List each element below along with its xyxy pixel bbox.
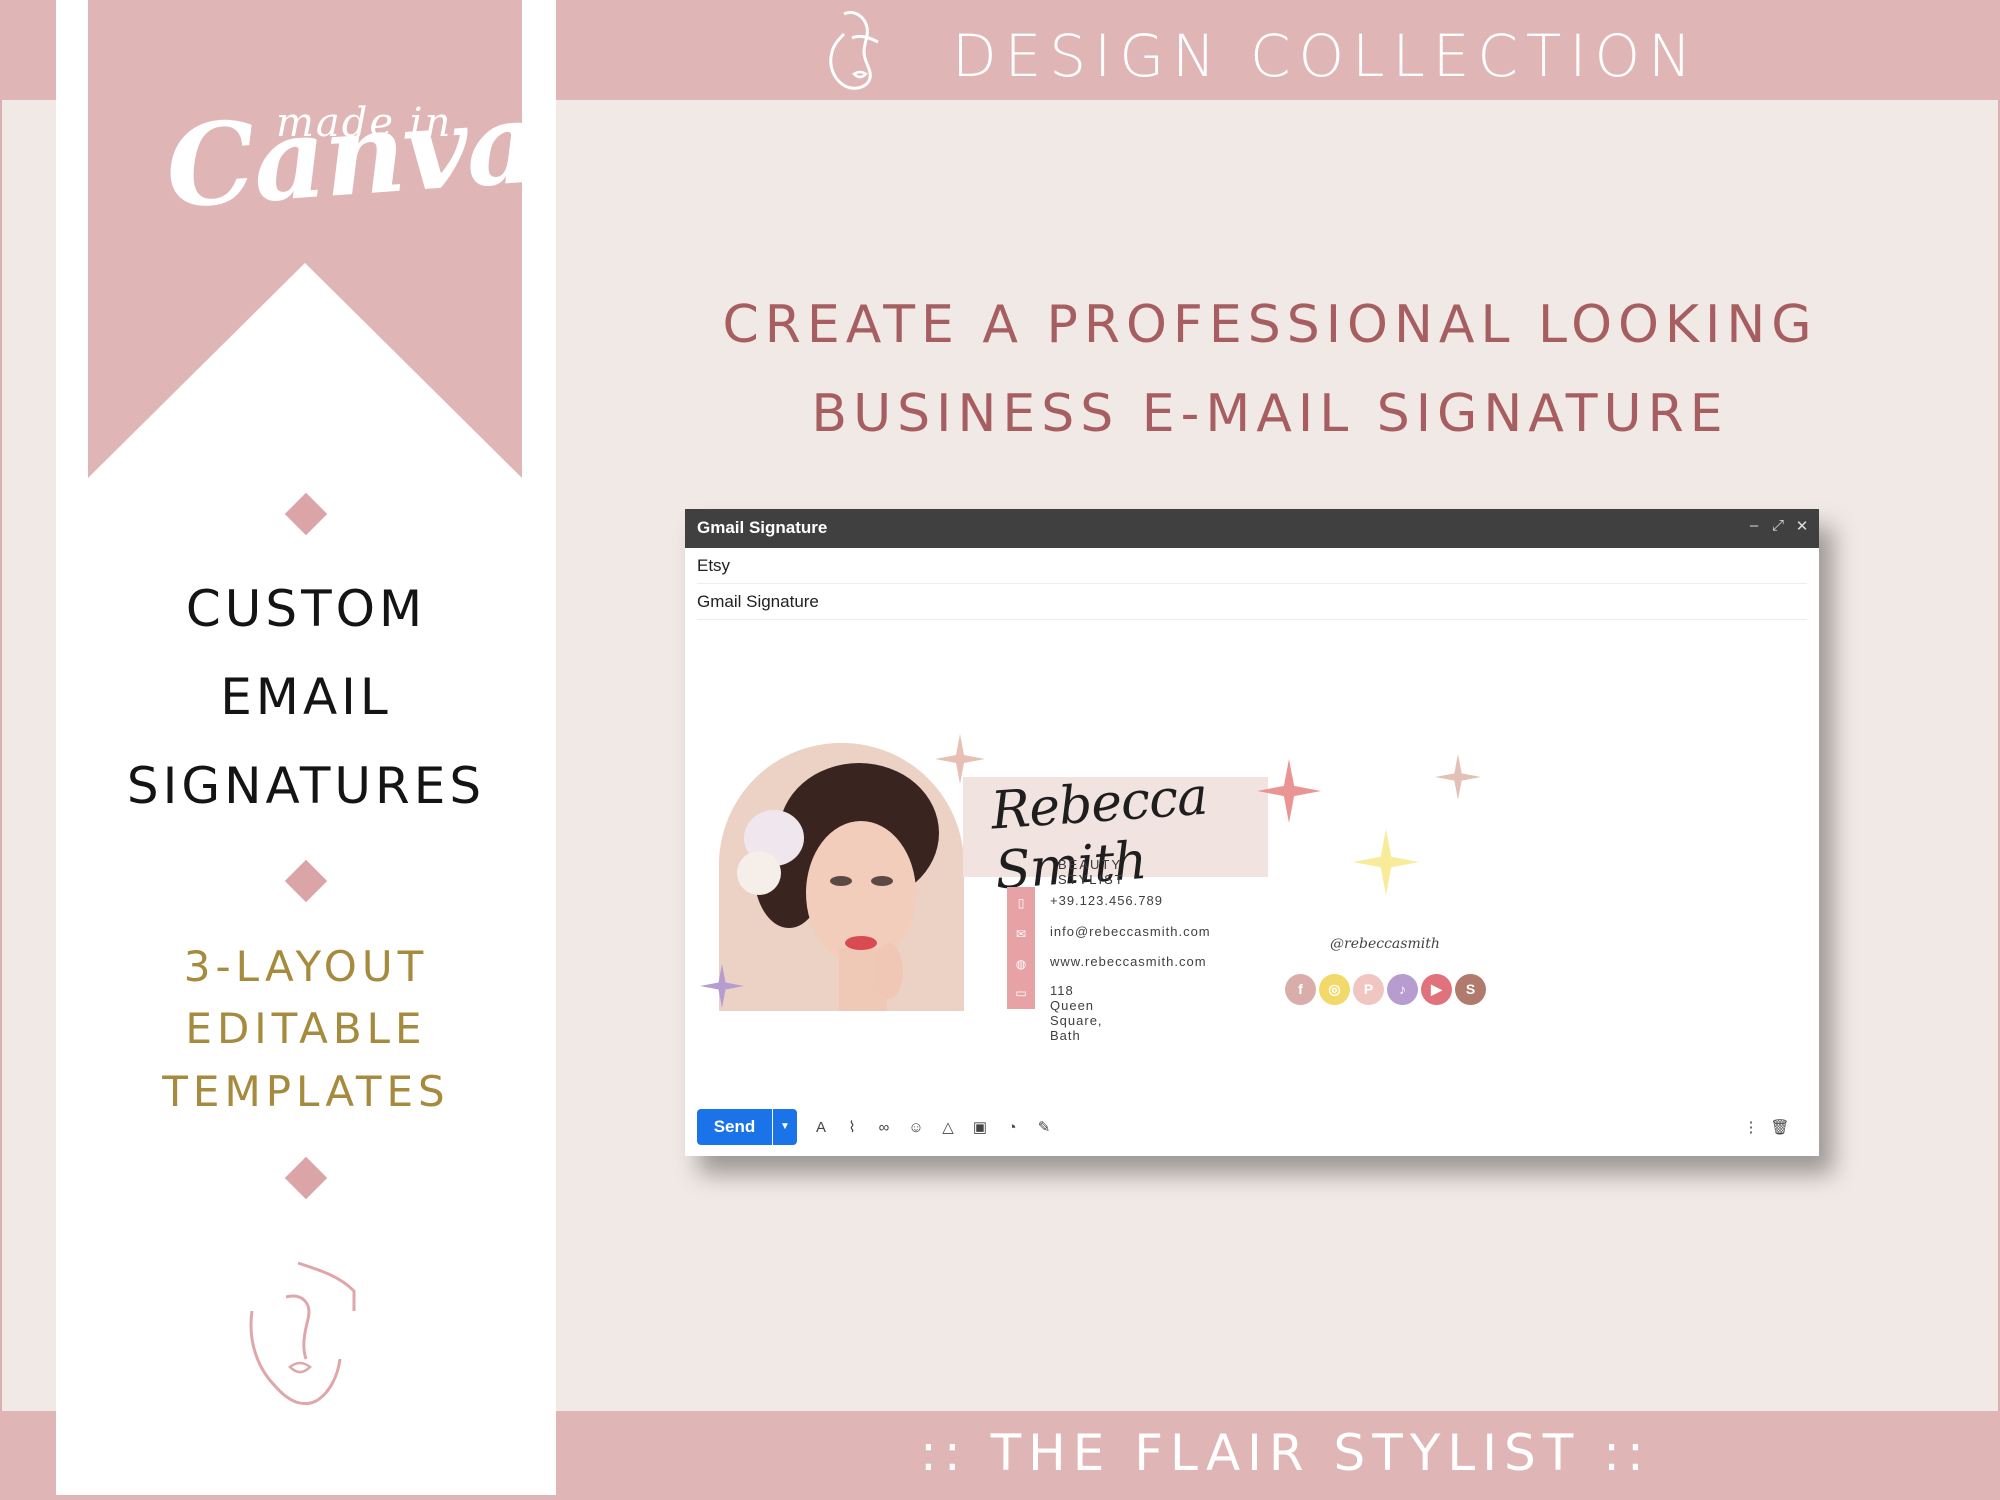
drive-icon[interactable]: △ — [937, 1117, 959, 1139]
close-icon[interactable]: ✕ — [1795, 517, 1809, 535]
window-controls: – ⤢ ✕ — [1747, 517, 1809, 535]
social-handle: @rebeccasmith — [1330, 936, 1440, 952]
pinterest-icon[interactable]: P — [1353, 974, 1384, 1005]
left-panel: made in Canva CUSTOM EMAIL SIGNATURES 3-… — [56, 0, 556, 1495]
mail-icon: ✉ — [1015, 927, 1027, 941]
send-options-icon[interactable]: ▼ — [773, 1109, 797, 1145]
sparkle-icon — [1435, 754, 1481, 800]
instagram-icon[interactable]: ◎ — [1319, 974, 1350, 1005]
send-button[interactable]: Send — [697, 1109, 772, 1145]
contact-website[interactable]: www.rebeccasmith.com — [1050, 954, 1207, 969]
facebook-icon[interactable]: f — [1285, 974, 1316, 1005]
confidential-icon[interactable]: ◔ — [1001, 1117, 1023, 1139]
pop-out-icon[interactable]: ⤢ — [1771, 517, 1785, 535]
canva-logo: Canva — [161, 77, 541, 234]
subtitle-line-2: EDITABLE — [185, 1004, 427, 1053]
gmail-compose-window: Gmail Signature – ⤢ ✕ Etsy Gmail Signatu… — [685, 509, 1819, 1156]
more-options-icon[interactable]: ⋮ — [1740, 1117, 1762, 1139]
title-line-1: CUSTOM — [185, 580, 427, 638]
diamond-divider — [284, 492, 328, 536]
contact-address: 118 Queen Square, Bath — [1050, 983, 1103, 1043]
tiktok-icon[interactable]: ♪ — [1387, 974, 1418, 1005]
subtitle-line-3: TEMPLATES — [162, 1067, 450, 1116]
signature-role: BEAUTY STYLIST — [1058, 857, 1125, 887]
globe-icon: ◍ — [1015, 957, 1027, 971]
text-format-icon[interactable]: A — [810, 1117, 832, 1139]
recipients-field[interactable]: Etsy — [697, 548, 1807, 584]
sparkle-icon — [700, 964, 744, 1008]
face-outline-icon — [249, 1261, 356, 1406]
sparkle-icon — [1257, 759, 1321, 823]
diamond-divider — [284, 1156, 328, 1200]
compose-toolbar: Send ▼ A ⌇ ∞ ☺ △ ▣ ◔ ✎ ⋮ 🗑 — [697, 1109, 1807, 1145]
social-icons: f ◎ P ♪ ▶ S — [1285, 974, 1486, 1005]
youtube-icon[interactable]: ▶ — [1421, 974, 1452, 1005]
subject-field[interactable]: Gmail Signature — [697, 584, 1807, 620]
link-icon[interactable]: ∞ — [873, 1117, 895, 1139]
photo-icon[interactable]: ▣ — [969, 1117, 991, 1139]
subtitle-line-1: 3-LAYOUT — [183, 942, 429, 991]
compose-title: Gmail Signature — [697, 518, 828, 537]
delete-icon[interactable]: 🗑 — [1769, 1117, 1791, 1139]
location-icon: ▭ — [1015, 986, 1027, 1000]
signature-icon[interactable]: ✎ — [1033, 1117, 1055, 1139]
contact-email[interactable]: info@rebeccasmith.com — [1050, 924, 1211, 939]
phone-icon: ▯ — [1017, 896, 1025, 910]
contact-icon-column: ▯ ✉ ◍ ▭ — [1007, 887, 1035, 1009]
emoji-icon[interactable]: ☺ — [905, 1117, 927, 1139]
attach-icon[interactable]: ⌇ — [841, 1117, 863, 1139]
contact-phone[interactable]: +39.123.456.789 — [1050, 893, 1163, 908]
left-edge-line — [0, 100, 2, 1411]
face-logo-icon — [829, 10, 879, 90]
sparkle-icon — [1353, 829, 1419, 895]
headline-line-2: BUSINESS E-MAIL SIGNATURE — [811, 384, 1729, 444]
skype-icon[interactable]: S — [1455, 974, 1486, 1005]
headline-line-1: CREATE A PROFESSIONAL LOOKING — [722, 295, 1818, 355]
minimize-icon[interactable]: – — [1747, 517, 1761, 535]
collection-title: DESIGN COLLECTION — [952, 22, 1700, 90]
title-line-2: EMAIL — [220, 668, 392, 726]
profile-photo — [719, 743, 964, 1011]
title-line-3: SIGNATURES — [126, 757, 486, 815]
canva-ribbon — [88, 0, 522, 478]
compose-titlebar[interactable]: Gmail Signature – ⤢ ✕ — [685, 509, 1819, 548]
diamond-divider — [284, 859, 328, 903]
brand-footer-title: :: THE FLAIR STYLIST :: — [920, 1424, 1651, 1482]
